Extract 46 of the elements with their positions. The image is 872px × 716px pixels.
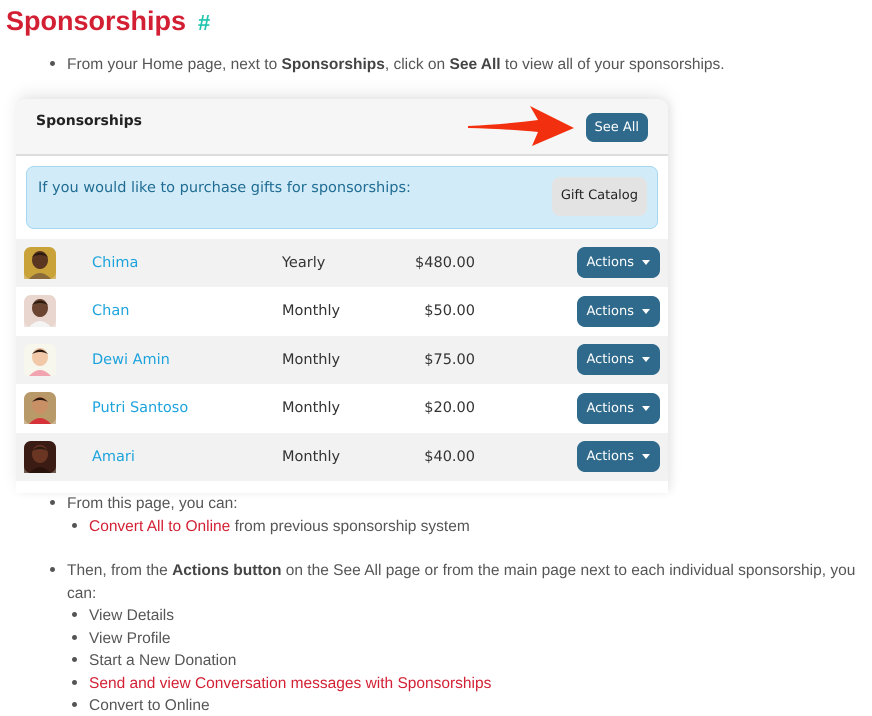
- list-text: View Profile: [89, 628, 171, 648]
- frequency-text: Yearly: [282, 254, 326, 271]
- page-title: Sponsorships: [6, 5, 186, 38]
- amount-text: $480.00: [414, 254, 475, 271]
- list-text: View Details: [89, 606, 174, 626]
- frequency-text: Monthly: [282, 400, 342, 416]
- caret-icon: [642, 308, 650, 314]
- bullet-icon: [50, 500, 55, 505]
- frequency-text: Monthly: [282, 352, 342, 368]
- frequency-text: Monthly: [282, 448, 342, 465]
- amount-text: $75.00: [423, 352, 475, 368]
- bullet-icon: [72, 522, 77, 528]
- caret-icon: [642, 260, 650, 266]
- list-text: Then, from the Actions button on the See All page or from the main page next to each individual sponsorship, you can:: [67, 561, 856, 604]
- bullet-icon: [50, 61, 55, 66]
- caret-icon: [642, 357, 650, 362]
- frequency-text: Monthly: [282, 303, 342, 320]
- gift-catalog-button[interactable]: Gift Catalog: [552, 176, 647, 216]
- list-text: Convert to Online: [89, 696, 210, 716]
- alert-text: If you would like to purchase gifts for sponsorships:: [38, 180, 411, 196]
- actions-dropdown-button[interactable]: Actions: [576, 441, 660, 472]
- actions-dropdown-button[interactable]: Actions: [576, 392, 660, 424]
- amount-text: $40.00: [423, 448, 475, 465]
- sponsor-name-link[interactable]: Chan: [92, 303, 282, 320]
- list-text: Start a New Donation: [89, 651, 236, 671]
- actions-dropdown-button[interactable]: Actions: [576, 344, 660, 376]
- caret-icon: [642, 454, 650, 460]
- bullet-icon: [72, 702, 77, 707]
- amount-text: $50.00: [423, 303, 475, 320]
- bullet-icon: [72, 634, 77, 640]
- bullet-icon: [72, 657, 77, 662]
- actions-dropdown-button[interactable]: Actions: [576, 296, 660, 327]
- list-text: From this page, you can:: [67, 494, 238, 514]
- card-title: Sponsorships: [36, 113, 142, 129]
- bullet-icon: [50, 567, 55, 572]
- bullet-icon: [72, 612, 77, 617]
- actions-dropdown-button[interactable]: Actions: [576, 247, 660, 278]
- intro-text: From your Home page, next to Sponsorships, click on See All to view all of your sponsorships.: [67, 55, 725, 75]
- caret-icon: [642, 406, 650, 411]
- amount-text: $20.00: [423, 400, 475, 416]
- list-text: Convert All to Online from previous sponsorship system: [89, 516, 470, 536]
- link[interactable]: Send and view Conversation messages with Sponsorships: [89, 672, 492, 695]
- sponsor-name-link[interactable]: Putri Santoso: [92, 400, 282, 416]
- link[interactable]: Convert All to Online: [89, 518, 230, 534]
- bullet-icon: [72, 680, 77, 684]
- see-all-button[interactable]: See All: [586, 112, 648, 142]
